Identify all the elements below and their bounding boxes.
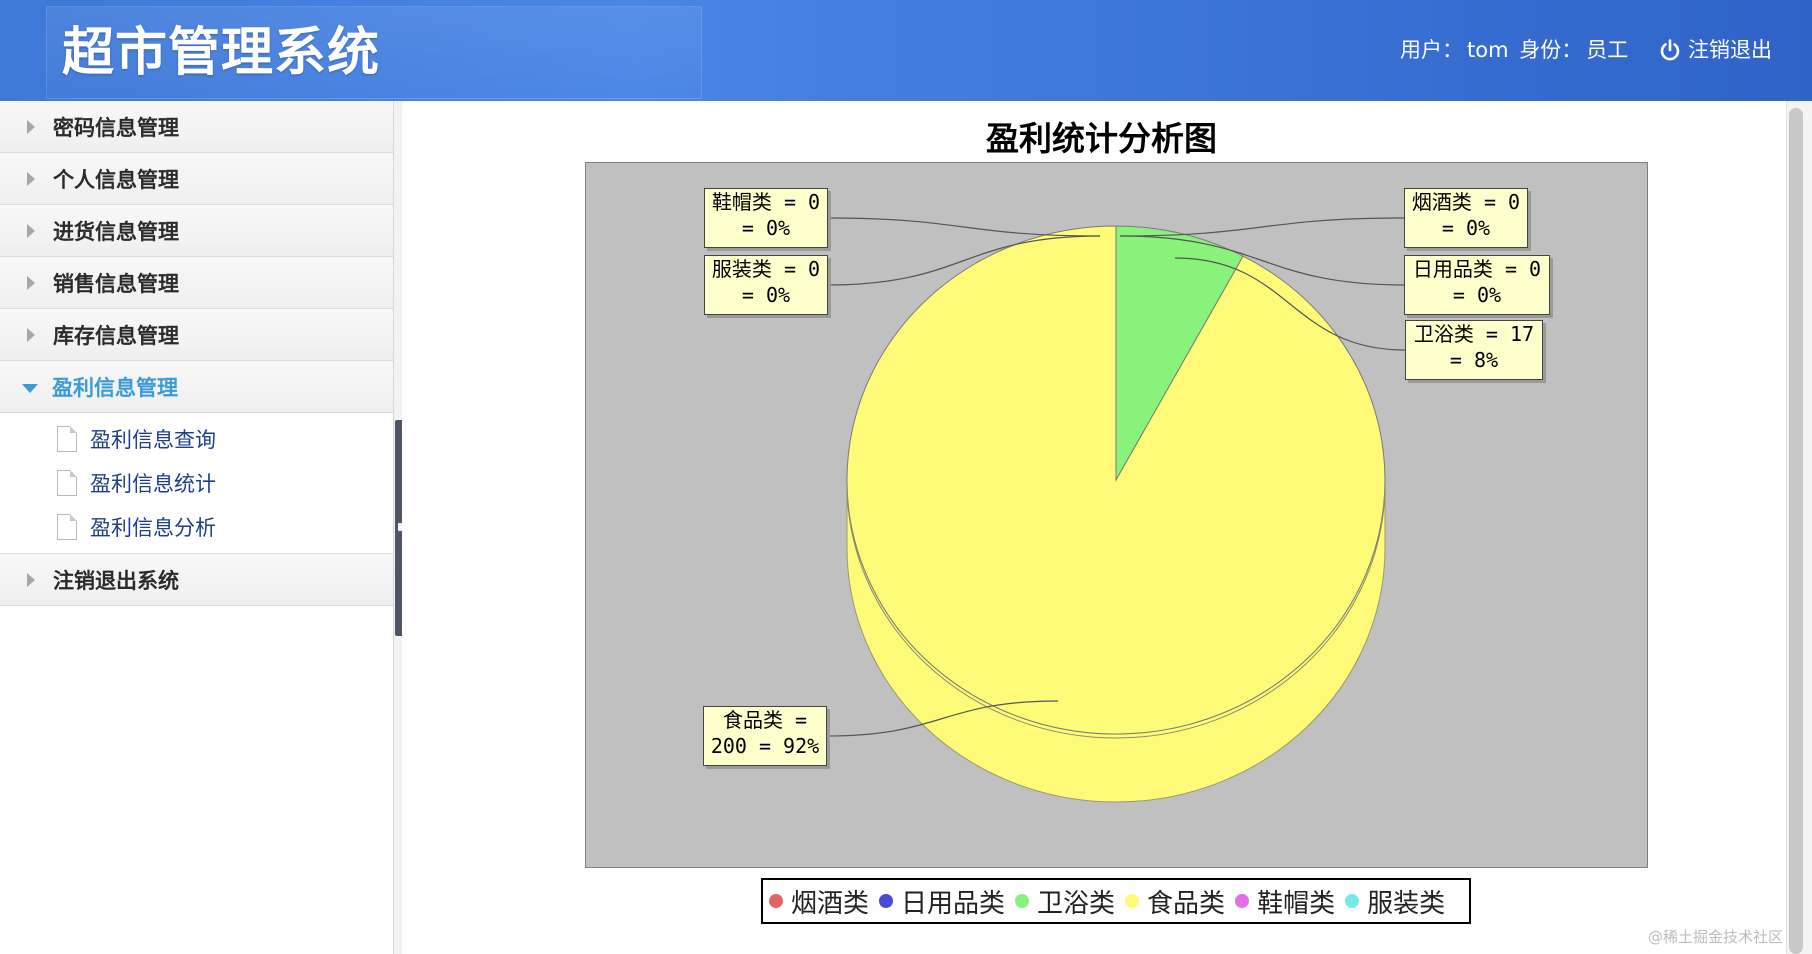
legend-dot-icon — [1345, 894, 1360, 908]
legend-dot-icon — [1125, 894, 1140, 908]
sidebar-item-label: 销售信息管理 — [53, 271, 179, 296]
legend-dot-icon — [769, 894, 783, 908]
user-name: tom — [1467, 38, 1509, 62]
sidebar-item-logout-system[interactable]: 注销退出系统 — [0, 554, 393, 606]
legend-dot-icon — [1015, 894, 1030, 908]
sidebar-subitem-label: 盈利信息分析 — [90, 516, 216, 540]
legend-item: 食品类 — [1125, 883, 1225, 920]
sidebar-item-personal[interactable]: 个人信息管理 — [0, 153, 393, 205]
sidebar-subitem-label: 盈利信息查询 — [90, 428, 216, 452]
pie-label-line: 鞋帽类 = 0 — [711, 190, 821, 214]
pie-label-line: = 0% — [1441, 216, 1491, 240]
legend-item: 鞋帽类 — [1235, 883, 1335, 920]
legend-label: 卫浴类 — [1037, 888, 1116, 919]
chevron-right-icon — [27, 275, 35, 290]
chevron-right-icon — [27, 171, 35, 186]
document-icon — [57, 470, 77, 496]
user-info: 用户： tom 身份： 员工 — [1400, 36, 1632, 64]
pie-label: 食品类 = 200 = 92% — [703, 706, 827, 766]
logout-button[interactable]: 注销退出 — [1658, 34, 1772, 66]
profit-submenu: 盈利信息查询 盈利信息统计 盈利信息分析 — [0, 413, 393, 554]
logout-label: 注销退出 — [1688, 38, 1772, 62]
sidebar-item-purchase[interactable]: 进货信息管理 — [0, 205, 393, 257]
legend-dot-icon — [1235, 894, 1250, 908]
sidebar-item-label: 进货信息管理 — [53, 219, 179, 244]
sidebar-item-label: 盈利信息管理 — [52, 375, 178, 400]
chart-title: 盈利统计分析图 — [986, 119, 1217, 158]
legend-label: 鞋帽类 — [1257, 888, 1336, 919]
legend-item: 卫浴类 — [1015, 883, 1115, 920]
pie-label: 日用品类 = 0 = 0% — [1404, 255, 1550, 315]
pie-label-line: 200 = 92% — [710, 734, 820, 758]
legend-dot-icon — [879, 894, 894, 908]
pie-label: 鞋帽类 = 0 = 0% — [704, 188, 828, 248]
chevron-right-icon — [27, 572, 35, 587]
app-title: 超市管理系统 — [62, 23, 381, 83]
pie-label-line: = 0% — [1452, 283, 1502, 307]
pie-label-line: = 8% — [1449, 348, 1499, 372]
power-icon — [1660, 39, 1680, 61]
sidebar-item-label: 个人信息管理 — [53, 167, 179, 192]
chevron-right-icon — [27, 119, 35, 134]
sidebar-item-label: 密码信息管理 — [53, 115, 179, 140]
legend-label: 服装类 — [1367, 888, 1446, 919]
pie-label-line: = 0% — [741, 283, 791, 307]
watermark: @稀土掘金技术社区 — [1648, 928, 1784, 946]
role-label: 身份： — [1519, 38, 1583, 62]
legend-label: 食品类 — [1147, 888, 1226, 919]
pie-label-line: = 0% — [741, 216, 791, 240]
sidebar-item-sales[interactable]: 销售信息管理 — [0, 257, 393, 309]
sidebar-subitem-profit-query[interactable]: 盈利信息查询 — [0, 417, 393, 461]
app-header: 超市管理系统 用户： tom 身份： 员工 注销退出 — [0, 0, 1812, 101]
chevron-down-icon — [22, 383, 38, 393]
sidebar: 密码信息管理 个人信息管理 进货信息管理 销售信息管理 库存信息管理 盈利信息管… — [0, 101, 394, 954]
sidebar-subitem-profit-analysis[interactable]: 盈利信息分析 — [0, 505, 393, 549]
pie-label: 烟酒类 = 0 = 0% — [1404, 188, 1528, 248]
sidebar-item-inventory[interactable]: 库存信息管理 — [0, 309, 393, 361]
legend-item: 服装类 — [1345, 883, 1445, 920]
pie-label-line: 服装类 = 0 — [711, 257, 821, 281]
sidebar-item-password[interactable]: 密码信息管理 — [0, 101, 393, 153]
legend-label: 日用品类 — [901, 888, 1006, 919]
role-value: 员工 — [1586, 38, 1629, 62]
pie-label-line: 日用品类 = 0 — [1412, 257, 1542, 281]
chevron-right-icon — [27, 223, 35, 238]
pie-label: 服装类 = 0 = 0% — [704, 255, 828, 315]
pie-label-line: 卫浴类 = 17 — [1413, 322, 1535, 346]
sidebar-subitem-profit-statistics[interactable]: 盈利信息统计 — [0, 461, 393, 505]
sidebar-item-label: 注销退出系统 — [53, 568, 179, 593]
legend-item: 烟酒类 — [769, 883, 869, 920]
document-icon — [57, 514, 77, 540]
sidebar-item-label: 库存信息管理 — [53, 323, 179, 348]
pie-label-line: 烟酒类 = 0 — [1411, 190, 1521, 214]
scrollbar-thumb[interactable] — [1789, 108, 1803, 954]
legend-label: 烟酒类 — [791, 888, 870, 919]
pie-label-line: 食品类 = — [722, 708, 808, 732]
sidebar-subitem-label: 盈利信息统计 — [90, 472, 216, 496]
sidebar-item-profit[interactable]: 盈利信息管理 — [0, 361, 393, 413]
user-label: 用户： — [1400, 38, 1463, 62]
pie-label: 卫浴类 = 17 = 8% — [1405, 320, 1543, 380]
legend-item: 日用品类 — [879, 883, 1005, 920]
document-icon — [57, 426, 77, 452]
chart-legend: 烟酒类 日用品类 卫浴类 食品类 鞋帽类 服装类 — [761, 878, 1471, 924]
chevron-right-icon — [27, 327, 35, 342]
